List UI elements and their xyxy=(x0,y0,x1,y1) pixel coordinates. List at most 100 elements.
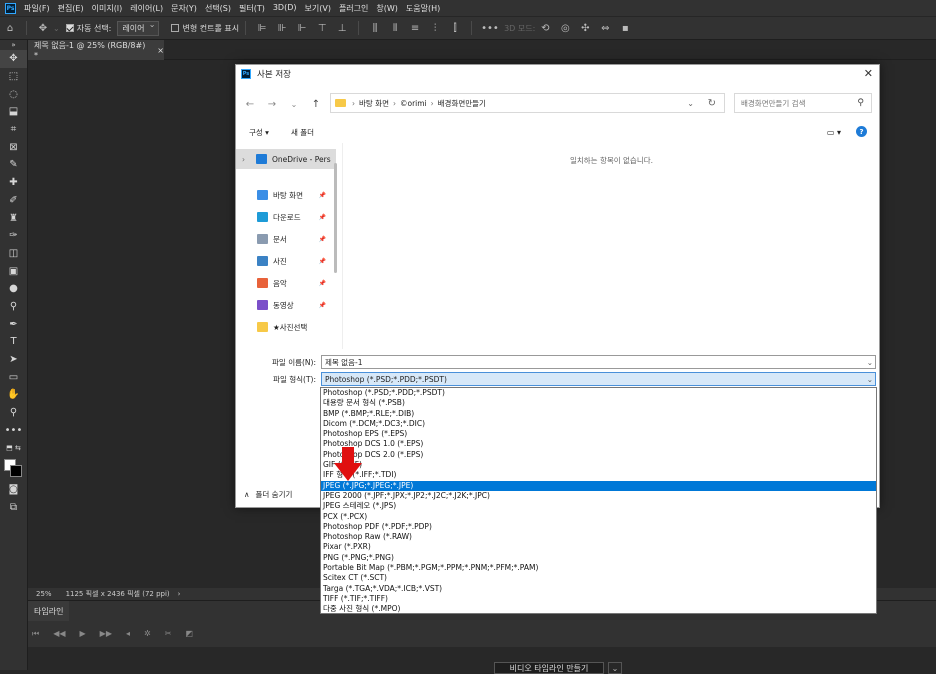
menu-item[interactable]: 3D(D) xyxy=(273,3,297,14)
distribute-bottom-icon[interactable]: ⫿ xyxy=(448,23,462,34)
document-tab[interactable]: 제목 없음-1 @ 25% (RGB/8#) * × xyxy=(28,40,164,60)
filetype-select[interactable]: Photoshop (*.PSD;*.PDD;*.PSDT) ⌄ xyxy=(321,372,876,386)
nav-item[interactable]: 다운로드 📌 xyxy=(236,207,336,227)
chevron-down-icon[interactable]: ⌄ xyxy=(867,375,873,384)
menu-item[interactable]: 파일(F) xyxy=(24,3,50,14)
brush-tool-icon[interactable]: ✐ xyxy=(0,192,27,210)
navigation-pane-scrollbar[interactable] xyxy=(334,163,337,273)
menu-item[interactable]: 레이어(L) xyxy=(130,3,163,14)
menu-item[interactable]: 창(W) xyxy=(376,3,398,14)
nav-item[interactable]: 음악 📌 xyxy=(236,273,336,293)
breadcrumb-current[interactable]: 배경화면만들기 xyxy=(438,98,486,109)
menu-item[interactable]: 플러그인 xyxy=(339,3,368,14)
first-frame-icon[interactable]: ⏮ xyxy=(32,629,39,639)
default-colors-icon[interactable]: ⬒ ⇆ xyxy=(0,439,27,457)
search-icon[interactable]: ⚲ xyxy=(857,98,864,108)
history-brush-tool-icon[interactable]: ✑ xyxy=(0,227,27,245)
filetype-option[interactable]: PCX (*.PCX) xyxy=(321,512,876,522)
transition-icon[interactable]: ◩ xyxy=(185,629,193,639)
filetype-option[interactable]: Photoshop DCS 1.0 (*.EPS) xyxy=(321,439,876,449)
dodge-tool-icon[interactable]: ⚲ xyxy=(0,298,27,316)
filetype-option[interactable]: Photoshop DCS 2.0 (*.EPS) xyxy=(321,450,876,460)
filetype-option[interactable]: Photoshop PDF (*.PDF;*.PDP) xyxy=(321,522,876,532)
zoom-level[interactable]: 25% xyxy=(36,590,52,598)
filetype-option[interactable]: 다중 사진 형식 (*.MPO) xyxy=(321,604,876,614)
eyedropper-tool-icon[interactable]: ✎ xyxy=(0,156,27,174)
distribute-horizontal-icon[interactable]: ≡ xyxy=(408,23,422,34)
filetype-option[interactable]: GIF (*.GIF) xyxy=(321,460,876,470)
forward-arrow-icon[interactable]: → xyxy=(264,99,280,110)
filetype-option[interactable]: JPEG (*.JPG;*.JPEG;*.JPE) xyxy=(321,480,876,491)
search-input[interactable]: 배경화면만들기 검색 ⚲ xyxy=(734,93,872,113)
frame-tool-icon[interactable]: ⊠ xyxy=(0,138,27,156)
organize-button[interactable]: 구성 ▾ xyxy=(249,127,269,138)
help-icon[interactable]: ? xyxy=(856,126,867,137)
shape-tool-icon[interactable]: ▭ xyxy=(0,368,27,386)
expand-chevron-icon[interactable]: › xyxy=(242,155,252,164)
chevron-down-icon[interactable]: ⌄ xyxy=(687,99,694,108)
filetype-option[interactable]: 대용량 문서 형식 (*.PSB) xyxy=(321,398,876,408)
menu-item[interactable]: 도움말(H) xyxy=(406,3,440,14)
audio-icon[interactable]: ◂ xyxy=(126,629,130,639)
distribute-icon[interactable]: ⫼ xyxy=(368,23,382,34)
filetype-option[interactable]: Portable Bit Map (*.PBM;*.PGM;*.PPM;*.PN… xyxy=(321,563,876,573)
nav-item[interactable]: › OneDrive - Pers xyxy=(236,149,336,169)
filetype-option[interactable]: Photoshop EPS (*.EPS) xyxy=(321,429,876,439)
nav-item[interactable]: ★사진선택 xyxy=(236,317,336,337)
new-folder-button[interactable]: 새 폴더 xyxy=(291,127,314,138)
pen-tool-icon[interactable]: ✒ xyxy=(0,315,27,333)
eraser-tool-icon[interactable]: ◫ xyxy=(0,245,27,263)
hand-tool-icon[interactable]: ✋ xyxy=(0,386,27,404)
filetype-option[interactable]: IFF 형식 (*.IFF;*.TDI) xyxy=(321,470,876,480)
type-tool-icon[interactable]: T xyxy=(0,333,27,351)
marquee-tool-icon[interactable]: ⬚ xyxy=(0,68,27,86)
filename-input[interactable]: 제목 없음-1 ⌄ xyxy=(321,355,876,369)
distribute-spacing-icon[interactable]: ⫶ xyxy=(428,23,442,34)
more-tools-icon[interactable]: ••• xyxy=(0,421,27,439)
view-options-icon[interactable]: ▭ ▾ xyxy=(827,128,841,137)
back-arrow-icon[interactable]: ← xyxy=(242,99,258,110)
transform-controls-checkbox[interactable] xyxy=(171,24,180,32)
gradient-tool-icon[interactable]: ▣ xyxy=(0,262,27,280)
blur-tool-icon[interactable]: ● xyxy=(0,280,27,298)
menu-item[interactable]: 이미지(I) xyxy=(92,3,123,14)
filetype-option[interactable]: PNG (*.PNG;*.PNG) xyxy=(321,553,876,563)
create-video-timeline-button[interactable]: 비디오 타임라인 만들기 xyxy=(494,662,604,674)
breadcrumb-orimi[interactable]: ©orimi xyxy=(400,99,427,108)
align-left-icon[interactable]: ⊫ xyxy=(255,23,269,34)
file-list[interactable]: 일치하는 항목이 없습니다. xyxy=(342,143,880,349)
lasso-tool-icon[interactable]: ◌ xyxy=(0,85,27,103)
pin-icon[interactable]: 📌 xyxy=(319,236,326,243)
filetype-option[interactable]: JPEG 2000 (*.JPF;*.JPX;*.JP2;*.J2C;*.J2K… xyxy=(321,491,876,501)
3d-orbit-icon[interactable]: ⟲ xyxy=(538,23,552,34)
menu-item[interactable]: 보기(V) xyxy=(305,3,331,14)
panel-collapse-icon[interactable]: » xyxy=(0,40,27,50)
healing-brush-tool-icon[interactable]: ✚ xyxy=(0,174,27,192)
timeline-tab[interactable]: 타임라인 xyxy=(28,601,70,621)
filetype-option[interactable]: Dicom (*.DCM;*.DC3;*.DIC) xyxy=(321,419,876,429)
filetype-option[interactable]: Targa (*.TGA;*.VDA;*.ICB;*.VST) xyxy=(321,584,876,594)
filetype-option[interactable]: Photoshop Raw (*.RAW) xyxy=(321,532,876,542)
3d-pan-icon[interactable]: ✣ xyxy=(578,23,592,34)
chevron-down-icon[interactable]: ⌄ xyxy=(867,358,873,367)
split-icon[interactable]: ✂ xyxy=(165,629,172,639)
home-icon[interactable]: ⌂ xyxy=(3,23,17,34)
menu-item[interactable]: 문자(Y) xyxy=(171,3,197,14)
path-select-tool-icon[interactable]: ➤ xyxy=(0,351,27,369)
filetype-option[interactable]: Photoshop (*.PSD;*.PDD;*.PSDT) xyxy=(321,388,876,398)
auto-select-checkbox[interactable] xyxy=(65,24,74,32)
align-middle-icon[interactable]: ⊥ xyxy=(335,23,349,34)
play-icon[interactable]: ▶ xyxy=(80,629,86,639)
filetype-option[interactable]: Pixar (*.PXR) xyxy=(321,542,876,552)
pin-icon[interactable]: 📌 xyxy=(319,258,326,265)
stamp-tool-icon[interactable]: ♜ xyxy=(0,209,27,227)
filetype-option[interactable]: Scitex CT (*.SCT) xyxy=(321,573,876,583)
color-swatches[interactable] xyxy=(0,457,27,481)
object-select-tool-icon[interactable]: ⬓ xyxy=(0,103,27,121)
align-center-icon[interactable]: ⊪ xyxy=(275,23,289,34)
menu-item[interactable]: 선택(S) xyxy=(205,3,231,14)
refresh-icon[interactable]: ↻ xyxy=(708,98,716,109)
close-icon[interactable]: ✕ xyxy=(864,67,873,80)
settings-icon[interactable]: ✲ xyxy=(144,629,151,639)
auto-select-dropdown[interactable]: 레이어 xyxy=(117,20,160,36)
